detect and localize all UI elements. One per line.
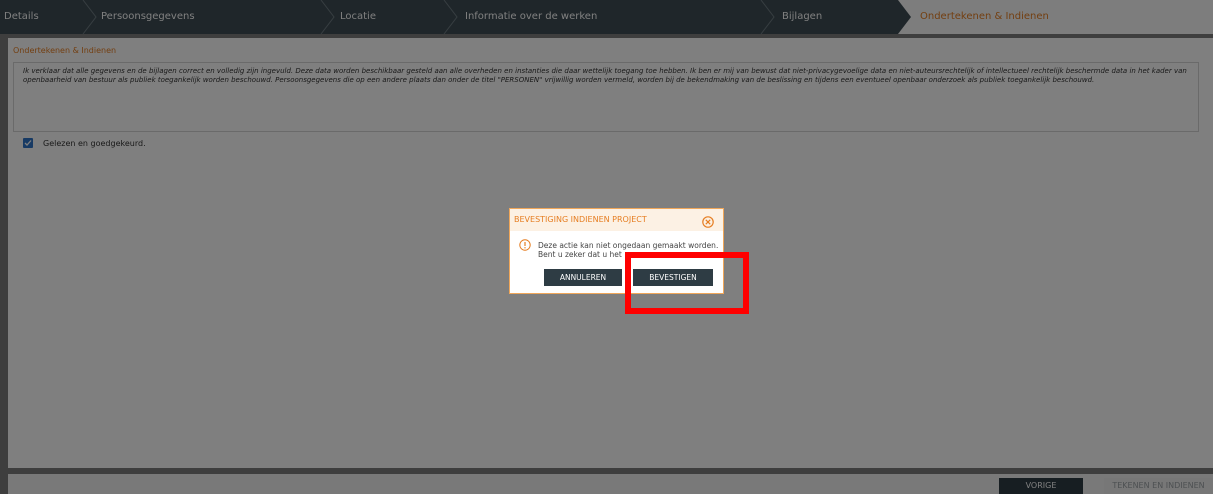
dialog-message-line1: Deze actie kan niet ongedaan gemaakt wor…	[538, 241, 719, 250]
close-icon[interactable]	[702, 216, 714, 228]
cancel-button[interactable]: ANNULEREN	[544, 269, 622, 286]
dialog-title: BEVESTIGING INDIENEN PROJECT	[514, 215, 647, 224]
highlight-box	[625, 252, 749, 314]
dialog-header: BEVESTIGING INDIENEN PROJECT	[510, 209, 723, 231]
warning-icon	[519, 239, 531, 251]
